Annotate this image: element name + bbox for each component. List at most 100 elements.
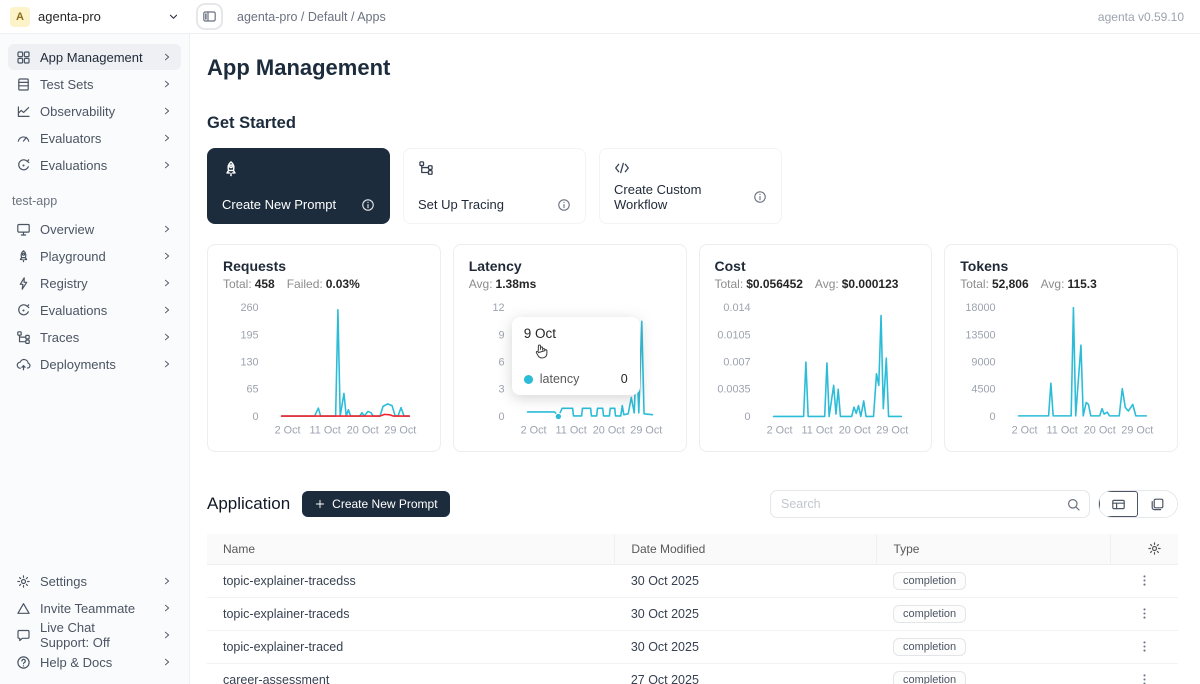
- view-toggle: [1098, 490, 1178, 518]
- chart-stat: Avg:115.3: [1041, 277, 1097, 291]
- table-row[interactable]: topic-explainer-tracedss 30 Oct 2025 com…: [207, 564, 1178, 597]
- card-view-button[interactable]: [1138, 491, 1177, 517]
- chart-stat: Avg:$0.000123: [815, 277, 899, 291]
- app-name-cell[interactable]: topic-explainer-traceds: [207, 597, 615, 630]
- chart-card-cost: Cost Total:$0.056452Avg:$0.000123 0.0140…: [699, 244, 933, 452]
- svg-text:0.014: 0.014: [723, 302, 750, 314]
- chart-plot-tokens: 18000135009000450002 Oct11 Oct20 Oct29 O…: [960, 297, 1162, 439]
- main-content: App Management Get Started Create New Pr…: [190, 34, 1200, 684]
- sidebar-item-observability[interactable]: Observability: [8, 98, 181, 124]
- get-started-card-create-custom-workflow[interactable]: Create Custom Workflow: [599, 148, 782, 224]
- legend-dot: [524, 375, 533, 384]
- sidebar-item-label: Test Sets: [40, 77, 93, 92]
- tooltip-value: 0: [621, 372, 628, 386]
- app-name-cell[interactable]: topic-explainer-traced: [207, 630, 615, 663]
- table-row[interactable]: topic-explainer-traceds 30 Oct 2025 comp…: [207, 597, 1178, 630]
- gear-icon[interactable]: [1127, 541, 1163, 556]
- sidebar-item-label: Settings: [40, 574, 87, 589]
- app-type-badge: completion: [893, 572, 966, 590]
- code-icon: [614, 160, 767, 176]
- svg-text:20 Oct: 20 Oct: [347, 424, 379, 436]
- sidebar-item-label: Deployments: [40, 357, 116, 372]
- sidebar-item-deployments[interactable]: Deployments: [8, 351, 181, 377]
- sidebar-item-evaluations[interactable]: Evaluations: [8, 297, 181, 323]
- svg-text:0.0105: 0.0105: [717, 329, 750, 341]
- gear-icon: [16, 574, 31, 589]
- sidebar-item-evaluations[interactable]: Evaluations: [8, 152, 181, 178]
- row-more-button[interactable]: [1126, 639, 1162, 654]
- info-icon[interactable]: [557, 198, 571, 212]
- chart-stat: Failed:0.03%: [287, 277, 360, 291]
- help-icon: [16, 655, 31, 670]
- info-icon[interactable]: [361, 198, 375, 212]
- svg-text:11 Oct: 11 Oct: [310, 424, 341, 436]
- sidebar-item-overview[interactable]: Overview: [8, 216, 181, 242]
- chart-stat: Avg:1.38ms: [469, 277, 537, 291]
- chart-title: Requests: [223, 258, 425, 274]
- column-header-name[interactable]: Name: [207, 534, 615, 564]
- chevron-right-icon: [161, 78, 173, 90]
- get-started-card-create-new-prompt[interactable]: Create New Prompt: [207, 148, 390, 224]
- sidebar-item-label: Observability: [40, 104, 115, 119]
- grid-icon: [16, 50, 31, 65]
- svg-text:12: 12: [492, 302, 504, 314]
- sidebar-item-app-management[interactable]: App Management: [8, 44, 181, 70]
- sidebar-item-traces[interactable]: Traces: [8, 324, 181, 350]
- svg-text:0: 0: [498, 411, 504, 423]
- sidebar-item-label: Help & Docs: [40, 655, 112, 670]
- column-header-type[interactable]: Type: [877, 534, 1110, 564]
- search-box: [770, 490, 1090, 518]
- sidebar-item-help-docs[interactable]: Help & Docs: [8, 649, 181, 675]
- table-row[interactable]: career-assessment 27 Oct 2025 completion: [207, 663, 1178, 684]
- chart-stats: Avg:1.38ms: [469, 277, 671, 291]
- sidebar-item-registry[interactable]: Registry: [8, 270, 181, 296]
- app-name-cell[interactable]: topic-explainer-tracedss: [207, 564, 615, 597]
- version-label: agenta v0.59.10: [1098, 10, 1200, 24]
- app-type-badge: completion: [893, 605, 966, 623]
- column-header-date-modified[interactable]: Date Modified: [615, 534, 877, 564]
- chart-stat: Total:458: [223, 277, 275, 291]
- sidebar-collapse-button[interactable]: [196, 3, 223, 30]
- sidebar-item-label: Traces: [40, 330, 79, 345]
- sidebar-item-live-chat-support-off[interactable]: Live Chat Support: Off: [8, 622, 181, 648]
- sidebar-item-invite-teammate[interactable]: Invite Teammate: [8, 595, 181, 621]
- row-more-button[interactable]: [1126, 606, 1162, 621]
- svg-text:29 Oct: 29 Oct: [384, 424, 416, 436]
- more-vertical-icon: [1137, 573, 1152, 588]
- app-name-cell[interactable]: career-assessment: [207, 663, 615, 684]
- get-started-section: Get Started Create New Prompt Set Up Tra…: [207, 114, 1178, 224]
- app-date-cell: 30 Oct 2025: [615, 597, 877, 630]
- svg-text:0: 0: [990, 411, 996, 423]
- info-icon[interactable]: [753, 190, 767, 204]
- cursor-hand-icon: [532, 343, 549, 365]
- sidebar-item-settings[interactable]: Settings: [8, 568, 181, 594]
- breadcrumb: agenta-pro / Default / Apps: [237, 10, 386, 24]
- workspace-avatar: A: [10, 7, 30, 27]
- search-icon[interactable]: [1066, 497, 1081, 512]
- chart-stat: Total:$0.056452: [715, 277, 803, 291]
- chart-card-requests: Requests Total:458Failed:0.03% 260195130…: [207, 244, 441, 452]
- search-input[interactable]: [781, 497, 1066, 511]
- overview-icon: [16, 222, 31, 237]
- chevron-right-icon: [161, 105, 173, 117]
- row-more-button[interactable]: [1126, 573, 1162, 588]
- row-more-button[interactable]: [1126, 672, 1162, 684]
- table-view-button[interactable]: [1099, 491, 1138, 517]
- get-started-card-set-up-tracing[interactable]: Set Up Tracing: [403, 148, 586, 224]
- observability-icon: [16, 104, 31, 119]
- sidebar-item-evaluators[interactable]: Evaluators: [8, 125, 181, 151]
- workspace-selector[interactable]: A agenta-pro: [0, 7, 190, 27]
- chevron-right-icon: [161, 575, 173, 587]
- sidebar-item-label: Overview: [40, 222, 94, 237]
- sidebar-item-playground[interactable]: Playground: [8, 243, 181, 269]
- sidebar-item-test-sets[interactable]: Test Sets: [8, 71, 181, 97]
- svg-text:2 Oct: 2 Oct: [766, 424, 792, 436]
- create-new-prompt-button[interactable]: Create New Prompt: [302, 491, 449, 517]
- table-row[interactable]: topic-explainer-traced 30 Oct 2025 compl…: [207, 630, 1178, 663]
- app-type-badge: completion: [893, 638, 966, 656]
- traces-icon: [16, 330, 31, 345]
- svg-text:65: 65: [247, 384, 259, 396]
- tooltip-date: 9 Oct: [524, 326, 628, 341]
- registry-icon: [16, 276, 31, 291]
- chart-title: Latency: [469, 258, 671, 274]
